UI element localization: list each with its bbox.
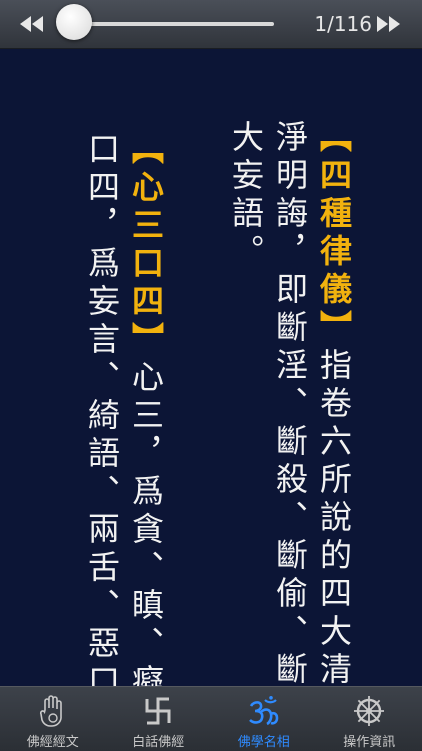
column-text: 指卷六所說的四大清 [315,348,353,690]
text-column: 【心三口四】心三，爲貪、瞋、癡； [124,132,168,740]
tab-sutra-text[interactable]: 佛經經文 [0,687,106,751]
tab-buddhist-terms[interactable]: 佛學名相 [211,687,317,751]
column-text: 大妄語。 [227,120,265,272]
fast-forward-icon[interactable] [374,12,402,36]
column-text: 心三，爲貪、瞋、癡； [127,360,165,740]
tab-operation-info[interactable]: 操作資訊 [317,687,422,751]
om-icon [246,693,282,729]
tab-vernacular-sutra[interactable]: 白話佛經 [106,687,212,751]
tab-label: 操作資訊 [343,731,395,750]
tab-label: 佛學名相 [238,731,290,750]
dharma-wheel-icon [351,693,387,729]
page-slider-thumb[interactable] [56,4,92,40]
page-counter: 1/116 [300,12,372,36]
term-heading: 【心三口四】 [127,132,165,360]
top-toolbar: 1/116 [0,0,422,49]
tab-label: 佛經經文 [27,731,79,750]
term-heading: 【四種律儀】 [315,120,353,348]
bottom-tab-bar: 佛經經文 白話佛經 佛學名相 [0,686,422,751]
text-column: 【四種律儀】指卷六所說的四大清 [312,120,356,690]
text-column: 大妄語。 [224,120,268,272]
swastika-icon [140,693,176,729]
tab-label: 白話佛經 [132,731,184,750]
text-page: 【四種律儀】指卷六所說的四大清 淨明誨，即斷淫、斷殺、斷偷、斷 大妄語。 【心三… [0,48,422,686]
hand-icon [35,693,71,729]
text-column: 口四，爲妄言、綺語、兩舌、惡口。 [80,132,124,740]
page-slider-track[interactable] [60,22,274,26]
text-column: 淨明誨，即斷淫、斷殺、斷偷、斷 [268,120,312,690]
column-text: 淨明誨，即斷淫、斷殺、斷偷、斷 [271,120,309,690]
rewind-icon[interactable] [18,12,46,36]
column-text: 口四，爲妄言、綺語、兩舌、惡口。 [83,132,121,740]
